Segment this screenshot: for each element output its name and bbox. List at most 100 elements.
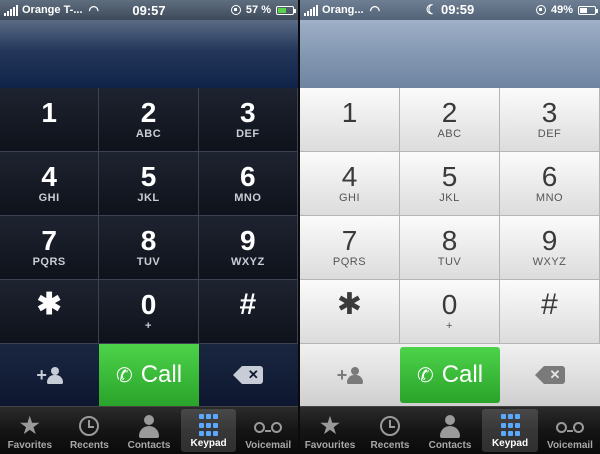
key-0[interactable]: 0 + [99,280,199,344]
star-icon: ★ [320,413,340,438]
status-right: 57 % [230,4,296,16]
key-9[interactable]: 9 WXYZ [500,216,600,280]
tab-recents[interactable]: Recents [360,407,420,454]
tab-bar: ★ Favourites Recents Contacts Keypad Voicemai… [300,406,600,454]
action-row: + ✆ Call ✕ [0,344,298,406]
add-contact-button[interactable]: + [0,344,99,406]
key-2[interactable]: 2 ABC [400,88,500,152]
key-letters: GHI [38,192,60,204]
key-5[interactable]: 5 JKL [99,152,199,216]
status-bar: Orang... ◠ ☾ 09:59 49% [300,0,600,20]
key-4[interactable]: 4 GHI [0,152,100,216]
call-label: Call [441,361,484,388]
key-7[interactable]: 7 PQRS [300,216,400,280]
tab-favorites[interactable]: ★ Favorites [0,407,60,454]
delete-button[interactable]: ✕ [500,344,600,406]
key-digit: 1 [341,97,358,128]
key-digit: 6 [541,161,558,192]
contact-icon [138,412,159,440]
battery-level [580,7,587,13]
key-8[interactable]: 8 TUV [400,216,500,280]
tab-contacts[interactable]: Contacts [119,407,179,454]
backspace-icon: ✕ [535,366,565,384]
tab-voicemail[interactable]: Voicemail [540,407,600,454]
key-7[interactable]: 7 PQRS [0,216,100,280]
key-digit: 3 [541,97,558,128]
key-digit: 9 [541,225,558,256]
tab-label: Keypad [491,438,529,449]
plus-sign: + [336,364,348,385]
action-row: + ✆ Call ✕ [300,344,600,406]
keypad-icon [500,410,520,438]
key-6[interactable]: 6 MNO [500,152,600,216]
key-digit: ✱ [36,288,62,321]
tab-contacts[interactable]: Contacts [420,407,480,454]
battery-level [278,7,286,13]
contact-icon [440,412,460,440]
key-letters: ABC [437,128,462,140]
tab-recents[interactable]: Recents [60,407,120,454]
key-digit: 9 [240,225,256,256]
key-5[interactable]: 5 JKL [400,152,500,216]
key-letters: PQRS [332,256,367,268]
status-time: ☾ 09:59 [426,2,475,18]
tab-label: Favourites [304,440,356,451]
key-6[interactable]: 6 MNO [198,152,298,216]
key-star[interactable]: ✱ [0,280,100,344]
call-button[interactable]: ✆ Call [400,347,500,403]
battery-icon [578,5,598,15]
number-display [0,20,298,88]
key-9[interactable]: 9 WXYZ [198,216,298,280]
call-label: Call [140,361,183,388]
add-contact-button[interactable]: + [300,344,400,406]
key-letters: ABC [135,128,162,140]
phone-icon: ✆ [115,364,133,387]
comparison-screens: Orange T-... ◠ 09:57 57 % 1 2 ABC 3 DEF 4 GHI 5… [0,0,600,454]
battery-icon [276,5,296,15]
key-digit: ✱ [336,288,363,321]
key-digit: 0 [441,289,458,320]
tab-label: Contacts [127,440,171,451]
key-digit: # [541,288,558,321]
tab-label: Contacts [428,440,472,451]
key-letters: + [446,320,453,332]
key-hash[interactable]: # [198,280,298,344]
key-digit: 8 [140,225,157,256]
key-star[interactable]: ✱ [300,280,400,344]
tab-voicemail[interactable]: Voicemail [238,407,298,454]
voicemail-icon [254,412,283,440]
key-hash[interactable]: # [500,280,600,344]
key-3[interactable]: 3 DEF [500,88,600,152]
key-1[interactable]: 1 [300,88,400,152]
key-1[interactable]: 1 [0,88,100,152]
backspace-icon: ✕ [233,366,264,384]
key-letters: TUV [437,256,462,268]
key-2[interactable]: 2 ABC [99,88,199,152]
battery-percent: 57 % [245,4,271,16]
key-digit: 5 [140,161,157,192]
key-letters: WXYZ [230,256,265,268]
key-letters: WXYZ [532,256,567,268]
key-digit: 8 [441,225,458,256]
wifi-icon: ◠ [369,3,381,17]
key-4[interactable]: 4 GHI [300,152,400,216]
key-digit: 7 [41,225,57,256]
key-digit: 1 [41,97,57,128]
key-0[interactable]: 0 + [400,280,500,344]
signal-strength-icon [4,4,18,16]
call-button[interactable]: ✆ Call [99,344,199,406]
key-3[interactable]: 3 DEF [198,88,298,152]
wifi-icon: ◠ [88,3,99,17]
status-bar: Orange T-... ◠ 09:57 57 % [0,0,298,20]
tab-label: Voicemail [245,440,292,451]
key-8[interactable]: 8 TUV [99,216,199,280]
tab-bar: ★ Favorites Recents Contacts Keypad Voicemail [0,406,298,454]
key-digit: 6 [240,161,256,192]
tab-keypad[interactable]: Keypad [482,409,538,452]
tab-favourites[interactable]: ★ Favourites [300,407,360,454]
tab-keypad[interactable]: Keypad [180,409,237,452]
tab-label: Recents [370,440,410,451]
star-icon: ★ [19,413,40,438]
delete-button[interactable]: ✕ [199,344,298,406]
number-display [300,20,600,88]
